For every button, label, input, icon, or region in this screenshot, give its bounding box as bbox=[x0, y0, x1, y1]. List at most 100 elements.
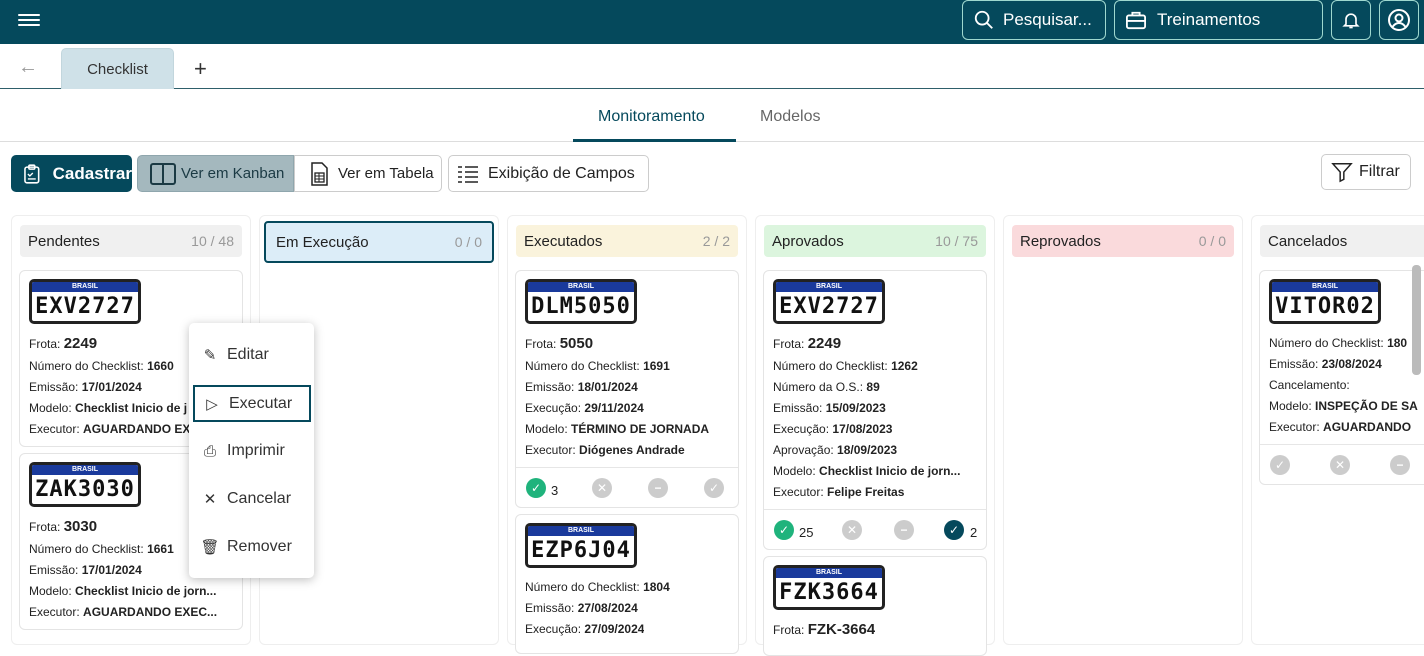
checklist-card[interactable]: BRASIL EZP6J04 Número do Checklist: 1804 … bbox=[515, 514, 739, 654]
filter-button[interactable]: Filtrar bbox=[1321, 154, 1411, 190]
detail-line: Modelo: INSPEÇÃO DE SA bbox=[1269, 399, 1418, 413]
menu-item-cancel[interactable]: ✕ Cancelar bbox=[193, 481, 311, 517]
trainings-button[interactable]: Treinamentos bbox=[1114, 0, 1323, 40]
column-title: Executados bbox=[524, 232, 603, 250]
tab-checklist[interactable]: Checklist bbox=[61, 48, 174, 89]
detail-line: Número do Checklist: 1691 bbox=[525, 359, 670, 373]
table-view-button[interactable]: Ver em Tabela bbox=[294, 155, 442, 192]
checklist-card[interactable]: BRASIL EXV2727 Frota: 2249 Número do Chec… bbox=[763, 270, 987, 550]
detail-line: Emissão: 27/08/2024 bbox=[525, 601, 638, 615]
approved-count: 2 bbox=[970, 525, 978, 540]
detail-line: Executor: Felipe Freitas bbox=[773, 485, 904, 499]
value: Felipe Freitas bbox=[827, 485, 905, 499]
value: TÉRMINO DE JORNADA bbox=[571, 422, 710, 436]
detail-line: Número do Checklist: 1804 bbox=[525, 580, 670, 594]
menu-label: Cancelar bbox=[227, 490, 292, 507]
tab-bar: ← Checklist + bbox=[0, 44, 1424, 89]
label: Executor: bbox=[29, 422, 80, 436]
value: Checklist Inicio de j bbox=[75, 401, 188, 415]
minus-circle-icon[interactable]: − bbox=[894, 520, 914, 540]
search-button[interactable]: Pesquisar... bbox=[962, 0, 1106, 40]
column-header: Reprovados 0 / 0 bbox=[1012, 225, 1234, 257]
value: 3030 bbox=[63, 518, 98, 535]
value: 23/08/2024 bbox=[1321, 357, 1382, 371]
label: Modelo: bbox=[29, 584, 72, 598]
plate-country: BRASIL bbox=[32, 465, 138, 475]
check-circle-icon[interactable]: ✓ bbox=[1270, 455, 1290, 475]
column-count: 0 / 0 bbox=[1198, 233, 1226, 249]
plate-country: BRASIL bbox=[776, 282, 882, 292]
column-header: Executados 2 / 2 bbox=[516, 225, 738, 257]
kanban-view-button[interactable]: Ver em Kanban bbox=[137, 155, 294, 192]
value: AGUARDANDO EXEC... bbox=[83, 605, 218, 619]
minus-circle-icon[interactable]: − bbox=[1390, 455, 1410, 475]
detail-line: Emissão: 18/01/2024 bbox=[525, 380, 638, 394]
value: 89 bbox=[866, 380, 880, 394]
x-circle-icon[interactable]: ✕ bbox=[1330, 455, 1350, 475]
vertical-scrollbar[interactable] bbox=[1412, 265, 1421, 375]
value: 15/09/2023 bbox=[825, 401, 886, 415]
field-display-label: Exibição de Campos bbox=[488, 164, 635, 182]
card-status-bar: ✓ 3 ✕ − ✓ bbox=[516, 467, 738, 507]
register-button[interactable]: Cadastrar bbox=[11, 155, 132, 192]
menu-item-remove[interactable]: 🗑 Remover bbox=[193, 529, 311, 565]
minus-circle-icon[interactable]: − bbox=[648, 478, 668, 498]
tab-monitoring[interactable]: Monitoramento bbox=[598, 108, 705, 126]
field-display-button[interactable]: Exibição de Campos bbox=[448, 155, 649, 192]
detail-line: Executor: AGUARDANDO EX bbox=[29, 422, 190, 436]
value: 18/01/2024 bbox=[577, 380, 638, 394]
detail-line: Emissão: 17/01/2024 bbox=[29, 380, 142, 394]
label: Emissão: bbox=[1269, 357, 1319, 371]
x-circle-icon[interactable]: ✕ bbox=[592, 478, 612, 498]
label: Número do Checklist: bbox=[29, 359, 144, 373]
label: Número da O.S.: bbox=[773, 380, 864, 394]
detail-line: Emissão: 15/09/2023 bbox=[773, 401, 886, 415]
hamburger-menu-icon[interactable] bbox=[18, 11, 40, 31]
detail-line: Emissão: 17/01/2024 bbox=[29, 563, 142, 577]
label: Executor: bbox=[525, 443, 576, 457]
card-status-bar: ✓ ✕ − bbox=[1260, 444, 1424, 484]
approve-circle-icon[interactable]: ✓ bbox=[704, 478, 724, 498]
column-count: 2 / 2 bbox=[702, 233, 730, 249]
column-count: 10 / 75 bbox=[935, 233, 978, 249]
check-circle-icon[interactable]: ✓ bbox=[526, 478, 546, 498]
notifications-button[interactable] bbox=[1331, 0, 1371, 40]
fleet-line: Frota: FZK-3664 bbox=[773, 621, 875, 638]
checklist-card[interactable]: BRASIL VITOR02 Número do Checklist: 180 E… bbox=[1259, 270, 1424, 485]
label: Número do Checklist: bbox=[1269, 336, 1384, 350]
check-circle-icon[interactable]: ✓ bbox=[774, 520, 794, 540]
tab-models[interactable]: Modelos bbox=[760, 108, 820, 126]
profile-button[interactable] bbox=[1379, 0, 1419, 40]
kanban-label: Ver em Kanban bbox=[181, 165, 285, 182]
back-arrow-icon[interactable]: ← bbox=[18, 56, 38, 79]
column-header: Cancelados bbox=[1260, 225, 1424, 257]
kanban-icon bbox=[150, 162, 176, 185]
menu-item-execute[interactable]: ▷ Executar bbox=[193, 385, 311, 422]
add-tab-button[interactable]: + bbox=[194, 56, 207, 82]
card-status-bar: ✓ 25 ✕ − ✓ 2 bbox=[764, 509, 986, 549]
detail-line: Número do Checklist: 1661 bbox=[29, 542, 174, 556]
value: 1660 bbox=[147, 359, 174, 373]
label: Número do Checklist: bbox=[525, 359, 640, 373]
value: Checklist Inicio de jorn... bbox=[75, 584, 217, 598]
close-icon: ✕ bbox=[203, 491, 217, 508]
x-circle-icon[interactable]: ✕ bbox=[842, 520, 862, 540]
license-plate: BRASIL EXV2727 bbox=[773, 279, 885, 324]
checklist-card[interactable]: BRASIL FZK3664 Frota: FZK-3664 bbox=[763, 556, 987, 656]
checklist-card[interactable]: BRASIL DLM5050 Frota: 5050 Número do Chec… bbox=[515, 270, 739, 508]
ok-count: 25 bbox=[799, 525, 814, 540]
detail-line: Modelo: Checklist Inicio de jorn... bbox=[29, 584, 216, 598]
approve-circle-icon[interactable]: ✓ bbox=[944, 520, 964, 540]
menu-label: Remover bbox=[227, 538, 292, 555]
menu-item-print[interactable]: ⎙ Imprimir bbox=[193, 433, 311, 469]
detail-line: Cancelamento: bbox=[1269, 378, 1350, 392]
clipboard-icon bbox=[24, 163, 40, 184]
search-icon bbox=[974, 10, 993, 29]
plate-country: BRASIL bbox=[776, 568, 882, 578]
column-header: Em Execução 0 / 0 bbox=[264, 221, 494, 263]
menu-item-edit[interactable]: ✎ Editar bbox=[193, 337, 311, 373]
label: Frota: bbox=[773, 623, 805, 637]
plate-number: FZK3664 bbox=[779, 580, 879, 605]
license-plate: BRASIL ZAK3030 bbox=[29, 462, 141, 507]
label: Frota: bbox=[29, 520, 61, 534]
